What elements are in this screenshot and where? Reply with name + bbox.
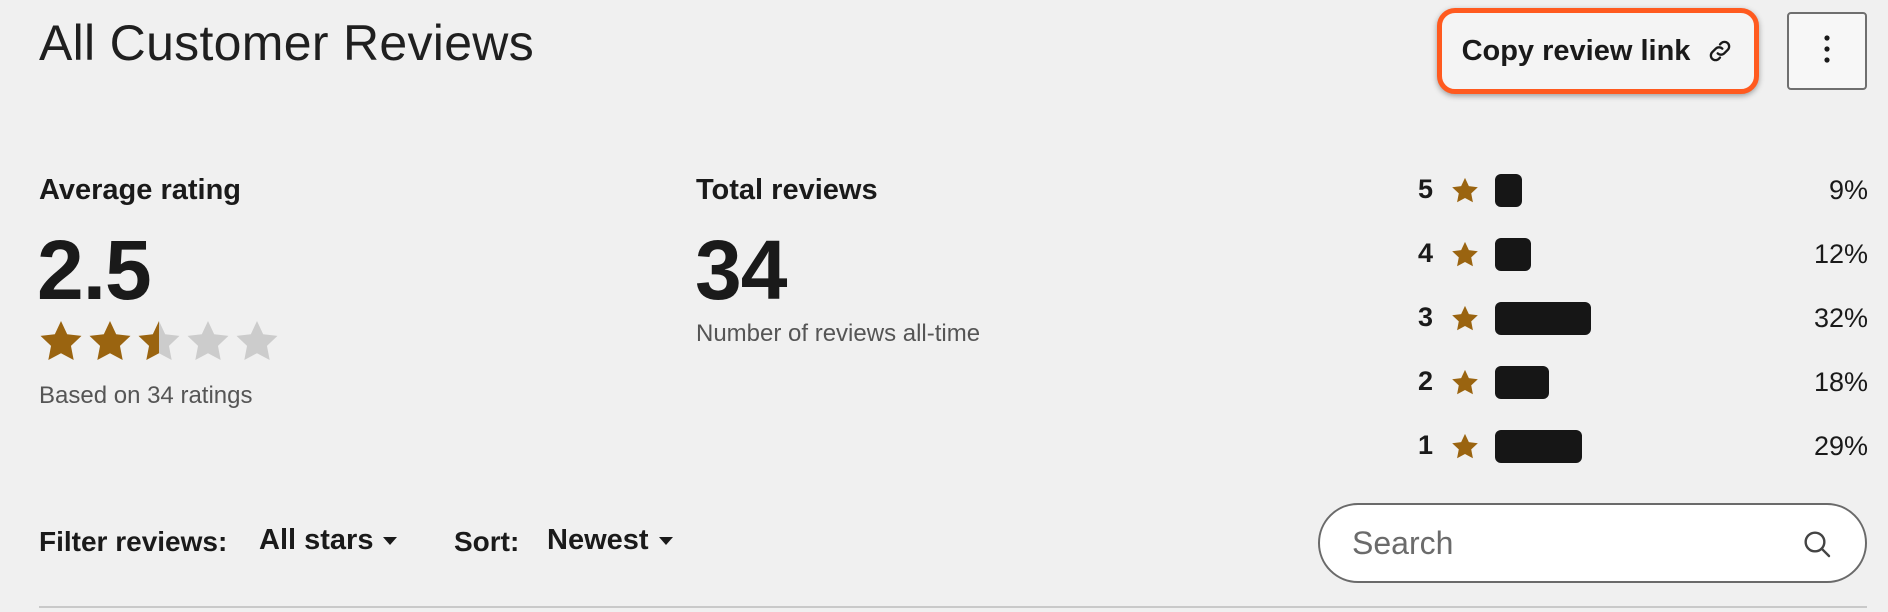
rating-percent: 32%	[1813, 303, 1868, 333]
filter-reviews-label: Filter reviews:	[39, 526, 228, 557]
rating-star-icon	[86, 318, 134, 366]
reviews-page: All Customer Reviews Copy review link Av…	[0, 0, 1888, 612]
total-reviews-value: 34	[695, 223, 787, 317]
rating-bar	[1495, 430, 1582, 463]
rating-star-icon	[37, 318, 85, 366]
based-on-ratings-text: Based on 34 ratings	[39, 382, 253, 409]
rating-percent: 12%	[1813, 239, 1868, 269]
rating-distribution-row-5: 5 9%	[1418, 171, 1868, 211]
rating-star-icon	[233, 318, 281, 366]
rating-level-label: 4	[1418, 238, 1434, 268]
search-box[interactable]	[1318, 503, 1867, 583]
page-title: All Customer Reviews	[39, 15, 535, 71]
copy-review-link-button[interactable]: Copy review link	[1437, 8, 1759, 94]
rating-level-label: 5	[1418, 174, 1434, 204]
star-icon	[1450, 240, 1480, 270]
star-icon	[1450, 368, 1480, 398]
search-icon[interactable]	[1801, 528, 1833, 560]
total-reviews-subtext: Number of reviews all-time	[696, 320, 981, 347]
rating-star-icon	[184, 318, 232, 366]
rating-percent: 18%	[1813, 367, 1868, 397]
vertical-ellipsis-icon	[1823, 34, 1831, 69]
rating-percent: 29%	[1813, 431, 1868, 461]
copy-review-link-label: Copy review link	[1461, 34, 1691, 67]
rating-level-label: 1	[1418, 430, 1434, 460]
star-filter-dropdown[interactable]: All stars	[259, 524, 398, 557]
caret-down-icon	[658, 536, 673, 545]
total-reviews-label: Total reviews	[696, 174, 878, 206]
rating-level-label: 2	[1418, 366, 1434, 396]
rating-distribution-row-4: 4 12%	[1418, 235, 1868, 275]
link-icon	[1706, 37, 1734, 65]
rating-level-label: 3	[1418, 302, 1434, 332]
section-divider	[39, 606, 1867, 608]
rating-distribution-row-1: 1 29%	[1418, 427, 1868, 467]
sort-dropdown[interactable]: Newest	[547, 524, 673, 557]
average-rating-stars	[37, 318, 281, 366]
star-icon	[1450, 432, 1480, 462]
star-icon	[1450, 176, 1480, 206]
rating-bar	[1495, 174, 1522, 207]
sort-value: Newest	[547, 524, 649, 556]
more-options-button[interactable]	[1787, 12, 1867, 90]
rating-bar	[1495, 238, 1531, 271]
average-rating-label: Average rating	[39, 174, 241, 206]
rating-bar	[1495, 366, 1549, 399]
caret-down-icon	[383, 536, 398, 545]
star-icon	[1450, 304, 1480, 334]
rating-percent: 9%	[1828, 175, 1868, 205]
rating-star-icon	[135, 318, 183, 366]
rating-distribution-row-2: 2 18%	[1418, 363, 1868, 403]
rating-bar	[1495, 302, 1591, 335]
search-input[interactable]	[1352, 517, 1782, 569]
sort-label: Sort:	[454, 526, 520, 557]
rating-distribution-row-3: 3 32%	[1418, 299, 1868, 339]
average-rating-value: 2.5	[37, 223, 152, 317]
star-filter-value: All stars	[259, 524, 374, 556]
